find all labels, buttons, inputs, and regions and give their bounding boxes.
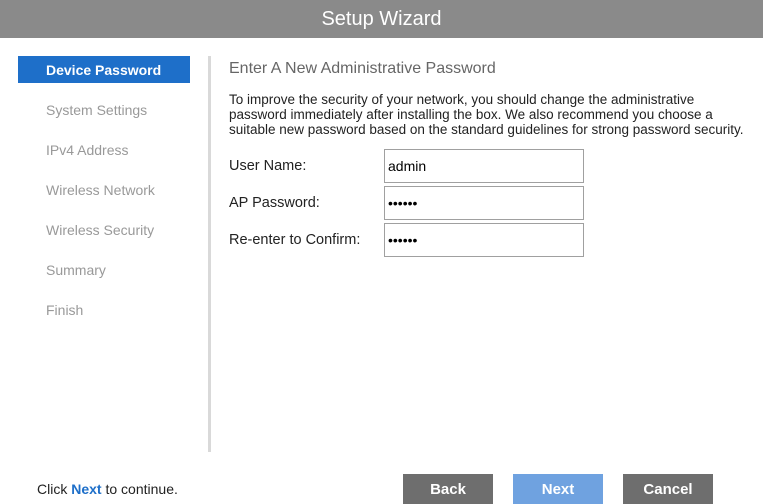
username-field[interactable] — [384, 149, 584, 183]
footer-hint-suffix: to continue. — [101, 481, 178, 497]
sidebar-item-ipv4-address[interactable]: IPv4 Address — [18, 136, 190, 163]
sidebar-item-system-settings[interactable]: System Settings — [18, 96, 190, 123]
sidebar-divider — [208, 56, 211, 452]
main-panel: Enter A New Administrative Password To i… — [229, 60, 749, 260]
sidebar-item-label: Wireless Security — [46, 221, 155, 238]
sidebar-item-device-password[interactable]: Device Password — [18, 56, 190, 83]
confirm-password-field[interactable] — [384, 223, 584, 257]
password-row: AP Password: — [229, 186, 749, 220]
sidebar-item-wireless-network[interactable]: Wireless Network — [18, 176, 190, 203]
sidebar-item-label: System Settings — [46, 101, 148, 118]
sidebar-item-label: Finish — [46, 301, 84, 318]
sidebar-item-wireless-security[interactable]: Wireless Security — [18, 216, 190, 243]
footer-hint: Click Next to continue. — [37, 481, 178, 497]
sidebar-item-label: IPv4 Address — [46, 141, 129, 158]
username-label: User Name: — [229, 158, 307, 174]
sidebar-item-label: Summary — [46, 261, 106, 278]
password-label: AP Password: — [229, 195, 320, 211]
next-button[interactable]: Next — [513, 474, 603, 504]
sidebar-item-summary[interactable]: Summary — [18, 256, 190, 283]
page-description: To improve the security of your network,… — [229, 92, 744, 137]
sidebar-item-finish[interactable]: Finish — [18, 296, 190, 323]
back-button[interactable]: Back — [403, 474, 493, 504]
confirm-password-row: Re-enter to Confirm: — [229, 223, 749, 257]
page-heading: Enter A New Administrative Password — [229, 60, 496, 77]
cancel-button[interactable]: Cancel — [623, 474, 713, 504]
footer-hint-prefix: Click — [37, 481, 72, 497]
wizard-title-bar: Setup Wizard — [0, 0, 763, 38]
username-row: User Name: — [229, 149, 749, 183]
confirm-password-label: Re-enter to Confirm: — [229, 232, 361, 248]
footer-hint-next: Next — [71, 481, 102, 497]
password-field[interactable] — [384, 186, 584, 220]
wizard-steps-sidebar: Device Password System Settings IPv4 Add… — [18, 56, 190, 336]
wizard-title: Setup Wizard — [321, 7, 442, 30]
sidebar-item-label: Wireless Network — [46, 181, 155, 198]
sidebar-item-label: Device Password — [46, 61, 162, 78]
